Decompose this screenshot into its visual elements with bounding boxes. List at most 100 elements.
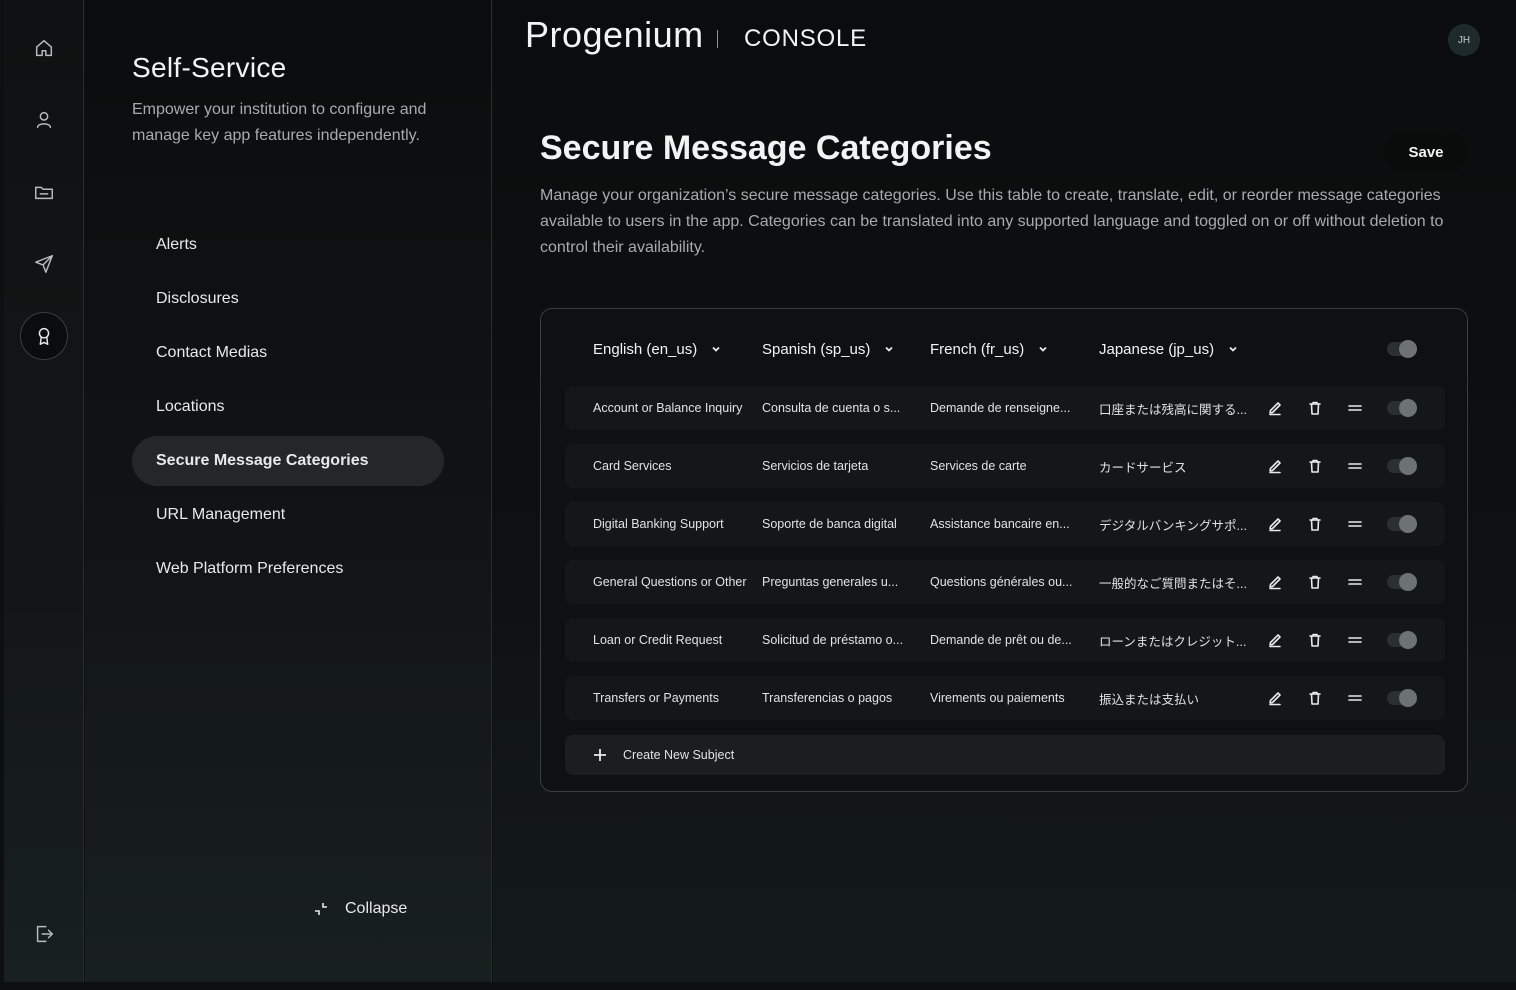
table-cell: ローンまたはクレジット...: [1099, 634, 1247, 649]
sidebar-item-disclosures[interactable]: Disclosures: [132, 274, 444, 324]
trash-icon[interactable]: [1304, 455, 1326, 477]
drag-handle-icon[interactable]: [1344, 629, 1366, 651]
section-title: CONSOLE: [744, 25, 867, 52]
sidebar-item-label: Alerts: [156, 236, 197, 253]
table-cell: Questions générales ou...: [930, 575, 1073, 589]
sidebar-item-alerts[interactable]: Alerts: [132, 220, 444, 270]
brand-divider: [717, 30, 718, 48]
table-cell: Soporte de banca digital: [762, 517, 897, 531]
table-row[interactable]: Transfers or Payments Transferencias o pa…: [565, 676, 1445, 720]
edit-icon[interactable]: [1264, 455, 1286, 477]
row-toggle[interactable]: [1387, 399, 1417, 417]
drag-handle-icon[interactable]: [1344, 571, 1366, 593]
table-header: English (en_us) Spanish (sp_us) French (…: [541, 329, 1467, 369]
edit-icon[interactable]: [1264, 629, 1286, 651]
table-cell: Assistance bancaire en...: [930, 517, 1070, 531]
sidebar-item-locations[interactable]: Locations: [132, 382, 444, 432]
user-icon[interactable]: [24, 100, 64, 140]
table-row[interactable]: Card Services Servicios de tarjeta Service…: [565, 444, 1445, 488]
column-label: Japanese (jp_us): [1099, 340, 1215, 358]
table-cell: デジタルバンキングサポ...: [1099, 518, 1247, 533]
row-toggle[interactable]: [1387, 457, 1417, 475]
column-label: English (en_us): [593, 340, 698, 358]
self-service-panel: Self-Service Empower your institution to…: [85, 0, 492, 982]
table-cell: Card Services: [593, 459, 672, 473]
plus-icon: [594, 749, 606, 761]
sidebar-item-web-platform-preferences[interactable]: Web Platform Preferences: [132, 544, 444, 594]
brand-logo: Progenium: [525, 14, 704, 55]
row-toggle[interactable]: [1387, 631, 1417, 649]
column-header-french[interactable]: French (fr_us): [930, 329, 1048, 369]
drag-handle-icon[interactable]: [1344, 397, 1366, 419]
edit-icon[interactable]: [1264, 571, 1286, 593]
main-content: Progenium CONSOLE JH Secure Message Cate…: [493, 0, 1516, 982]
sidebar-item-secure-message-categories[interactable]: Secure Message Categories: [132, 436, 444, 486]
table-cell: Consulta de cuenta o s...: [762, 401, 901, 415]
row-toggle[interactable]: [1387, 515, 1417, 533]
chevron-down-icon: [1229, 346, 1237, 352]
avatar[interactable]: JH: [1448, 24, 1480, 56]
collapse-icon: [315, 903, 327, 915]
table-cell: Demande de renseigne...: [930, 401, 1071, 415]
trash-icon[interactable]: [1304, 513, 1326, 535]
table-row[interactable]: General Questions or Other Preguntas gene…: [565, 560, 1445, 604]
drag-handle-icon[interactable]: [1344, 687, 1366, 709]
award-icon[interactable]: [20, 312, 68, 360]
sidebar-item-label: Secure Message Categories: [156, 452, 369, 469]
column-header-spanish[interactable]: Spanish (sp_us): [762, 329, 894, 369]
edit-icon[interactable]: [1264, 397, 1286, 419]
trash-icon[interactable]: [1304, 687, 1326, 709]
table-cell: Digital Banking Support: [593, 517, 724, 531]
drag-handle-icon[interactable]: [1344, 455, 1366, 477]
table-cell: Services de carte: [930, 459, 1027, 473]
trash-icon[interactable]: [1304, 571, 1326, 593]
sidebar-item-label: Locations: [156, 398, 225, 415]
page-title: Secure Message Categories: [540, 129, 992, 167]
drag-handle-icon[interactable]: [1344, 513, 1366, 535]
create-label: Create New Subject: [623, 748, 735, 762]
trash-icon[interactable]: [1304, 629, 1326, 651]
sidebar-item-url-management[interactable]: URL Management: [132, 490, 444, 540]
table-row[interactable]: Digital Banking Support Soporte de banca …: [565, 502, 1445, 546]
home-icon[interactable]: [24, 28, 64, 68]
table-cell: 口座または残高に関する...: [1099, 402, 1247, 417]
trash-icon[interactable]: [1304, 397, 1326, 419]
table-cell: Solicitud de préstamo o...: [762, 633, 904, 647]
table-row[interactable]: Account or Balance Inquiry Consulta de cu…: [565, 386, 1445, 430]
panel-title: Self-Service: [132, 52, 287, 83]
toggle-all[interactable]: [1387, 340, 1417, 358]
collapse-button[interactable]: Collapse: [313, 896, 407, 922]
table-cell: General Questions or Other: [593, 575, 747, 589]
column-label: Spanish (sp_us): [762, 340, 871, 358]
sidebar-item-label: Web Platform Preferences: [156, 560, 344, 577]
folder-icon[interactable]: [24, 172, 64, 212]
column-header-japanese[interactable]: Japanese (jp_us): [1099, 329, 1238, 369]
send-icon[interactable]: [24, 244, 64, 284]
table-cell: Servicios de tarjeta: [762, 459, 869, 473]
chevron-down-icon: [712, 346, 720, 352]
sidebar-item-label: Disclosures: [156, 290, 239, 307]
sidebar-item-label: URL Management: [156, 506, 286, 523]
table-cell: Transfers or Payments: [593, 691, 719, 705]
page-description: Manage your organization’s secure messag…: [540, 187, 1444, 256]
edit-icon[interactable]: [1264, 513, 1286, 535]
table-row[interactable]: Loan or Credit Request Solicitud de prést…: [565, 618, 1445, 662]
chevron-down-icon: [885, 346, 894, 352]
sidebar-item-contact-medias[interactable]: Contact Medias: [132, 328, 444, 378]
column-header-english[interactable]: English (en_us): [593, 329, 721, 369]
row-toggle[interactable]: [1387, 573, 1417, 591]
logout-icon[interactable]: [24, 914, 64, 954]
table-cell: Virements ou paiements: [930, 691, 1065, 705]
sidebar-item-label: Contact Medias: [156, 344, 268, 361]
panel-description: Empower your institution to configure an…: [132, 101, 427, 144]
create-new-subject-button[interactable]: Create New Subject: [565, 735, 1445, 775]
column-label: French (fr_us): [930, 340, 1025, 358]
table-cell: Loan or Credit Request: [593, 633, 723, 647]
table-cell: 振込または支払い: [1099, 692, 1200, 707]
save-button[interactable]: Save: [1385, 130, 1467, 174]
edit-icon[interactable]: [1264, 687, 1286, 709]
table-cell: Demande de prêt ou de...: [930, 633, 1072, 647]
table-cell: Preguntas generales u...: [762, 575, 899, 589]
table-cell: カードサービス: [1099, 460, 1187, 475]
row-toggle[interactable]: [1387, 689, 1417, 707]
